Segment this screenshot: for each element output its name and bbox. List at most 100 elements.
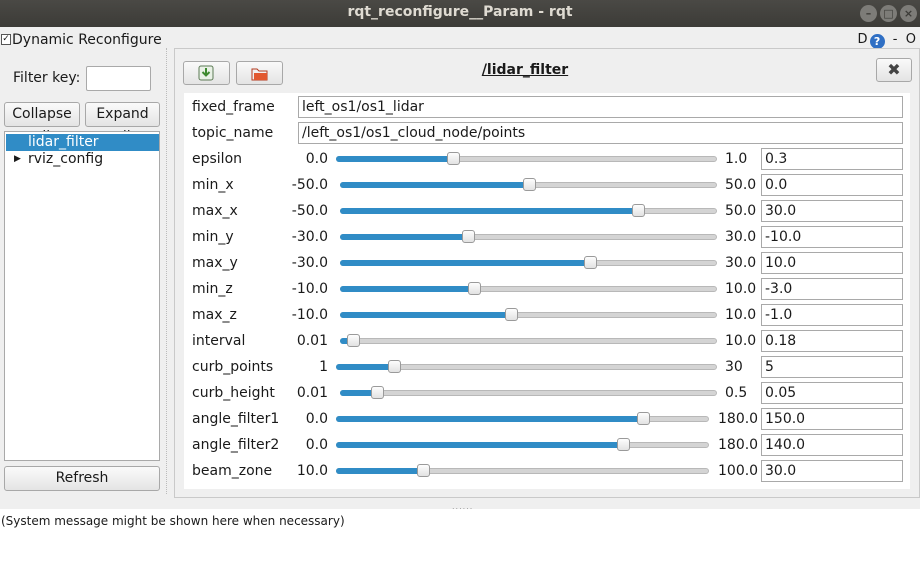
param-max-value: 1.0	[725, 151, 748, 167]
param-min-value: 10.0	[296, 463, 328, 479]
slider-handle[interactable]	[584, 256, 597, 269]
tree-item-label: rviz_config	[28, 151, 104, 167]
refresh-button[interactable]: Refresh	[4, 466, 160, 491]
param-value-field[interactable]: 5	[761, 356, 903, 378]
param-value-field[interactable]: 0.18	[761, 330, 903, 352]
param-max-value: 180.0	[718, 437, 759, 453]
param-slider[interactable]	[340, 230, 717, 243]
param-max-value: 30	[725, 359, 743, 375]
param-max-value: 10.0	[725, 281, 757, 297]
slider-handle[interactable]	[523, 178, 536, 191]
slider-fill	[336, 468, 423, 474]
slider-fill	[340, 312, 511, 318]
slider-fill	[340, 182, 529, 188]
refresh-label: Refresh	[55, 470, 109, 486]
param-value-field[interactable]: 0.05	[761, 382, 903, 404]
slider-handle[interactable]	[505, 308, 518, 321]
param-label: angle_filter1	[192, 411, 280, 427]
help-icon[interactable]: ?	[869, 34, 885, 49]
slider-handle[interactable]	[371, 386, 384, 399]
param-label: max_z	[192, 307, 237, 323]
close-window-icon[interactable]: ×	[900, 5, 917, 22]
expand-all-button[interactable]: Expand all	[85, 102, 160, 145]
param-field-topic-name[interactable]: /left_os1/os1_cloud_node/points	[298, 122, 903, 144]
dock-d-button[interactable]: D	[858, 32, 870, 47]
param-max-value: 30.0	[725, 255, 757, 271]
close-node-button[interactable]: ✖	[876, 58, 912, 82]
tree-item-rviz-config[interactable]: ▶ rviz_config	[6, 151, 159, 168]
param-min-value: -50.0	[291, 203, 328, 219]
param-max-value: 50.0	[725, 177, 757, 193]
param-max-value: 50.0	[725, 203, 757, 219]
node-tree[interactable]: lidar_filter ▶ rviz_config	[4, 131, 160, 461]
param-value-field[interactable]: -10.0	[761, 226, 903, 248]
param-max-value: 0.5	[725, 385, 748, 401]
slider-handle[interactable]	[617, 438, 630, 451]
param-max-value: 180.0	[718, 411, 759, 427]
param-label: curb_height	[192, 385, 275, 401]
param-value-field[interactable]: -1.0	[761, 304, 903, 326]
param-max-value: 10.0	[725, 333, 757, 349]
param-min-value: -50.0	[291, 177, 328, 193]
param-value-field[interactable]: 0.0	[761, 174, 903, 196]
maximize-icon[interactable]: □	[880, 5, 897, 22]
tree-item-lidar-filter[interactable]: lidar_filter	[6, 134, 159, 151]
save-params-button[interactable]	[183, 61, 230, 85]
slider-fill	[340, 260, 590, 266]
param-min-value: 1	[319, 359, 328, 375]
param-value-field[interactable]: 140.0	[761, 434, 903, 456]
slider-handle[interactable]	[637, 412, 650, 425]
window-title: rqt_reconfigure__Param - rqt	[347, 4, 573, 20]
dock-minimize-button[interactable]: -	[893, 32, 898, 47]
param-value-field[interactable]: 150.0	[761, 408, 903, 430]
dock-options-button[interactable]: O	[906, 32, 916, 47]
collapse-all-button[interactable]: Collapse all	[4, 102, 80, 145]
slider-handle[interactable]	[388, 360, 401, 373]
param-min-value: 0.0	[305, 437, 328, 453]
param-value-field[interactable]: 10.0	[761, 252, 903, 274]
param-slider[interactable]	[336, 152, 717, 165]
param-slider[interactable]	[340, 178, 717, 191]
param-value-field[interactable]: 0.3	[761, 148, 903, 170]
param-slider[interactable]	[336, 464, 709, 477]
slider-fill	[336, 156, 453, 162]
plugin-title: Dynamic Reconfigure	[12, 32, 162, 48]
param-min-value: -30.0	[291, 255, 328, 271]
expand-arrow-icon[interactable]: ▶	[14, 151, 21, 168]
slider-handle[interactable]	[417, 464, 430, 477]
slider-handle[interactable]	[447, 152, 460, 165]
dock-checkbox[interactable]: ✓	[1, 34, 11, 45]
param-label: max_x	[192, 203, 238, 219]
param-value-field[interactable]: -3.0	[761, 278, 903, 300]
slider-fill	[340, 208, 638, 214]
param-slider[interactable]	[340, 308, 717, 321]
slider-handle[interactable]	[347, 334, 360, 347]
param-max-value: 10.0	[725, 307, 757, 323]
param-slider[interactable]	[340, 386, 717, 399]
load-params-button[interactable]	[236, 61, 283, 85]
param-value-field[interactable]: 30.0	[761, 460, 903, 482]
slider-fill	[336, 442, 623, 448]
param-label: angle_filter2	[192, 437, 280, 453]
param-slider[interactable]	[336, 360, 717, 373]
minimize-icon[interactable]: –	[860, 5, 877, 22]
param-slider[interactable]	[340, 282, 717, 295]
param-field-fixed-frame[interactable]: left_os1/os1_lidar	[298, 96, 903, 118]
param-value-field[interactable]: 30.0	[761, 200, 903, 222]
splitter-handle[interactable]	[166, 48, 168, 494]
status-bar: (System message might be shown here when…	[0, 509, 920, 570]
param-label: beam_zone	[192, 463, 273, 479]
slider-handle[interactable]	[468, 282, 481, 295]
param-slider[interactable]	[336, 438, 709, 451]
param-label-topic-name: topic_name	[192, 125, 274, 141]
save-icon	[198, 65, 214, 81]
param-slider[interactable]	[340, 256, 717, 269]
slider-handle[interactable]	[462, 230, 475, 243]
param-slider[interactable]	[336, 412, 709, 425]
param-slider[interactable]	[340, 334, 717, 347]
param-slider[interactable]	[340, 204, 717, 217]
slider-handle[interactable]	[632, 204, 645, 217]
filter-key-input[interactable]	[86, 66, 151, 91]
param-label-fixed-frame: fixed_frame	[192, 99, 275, 115]
folder-open-icon	[251, 68, 268, 81]
